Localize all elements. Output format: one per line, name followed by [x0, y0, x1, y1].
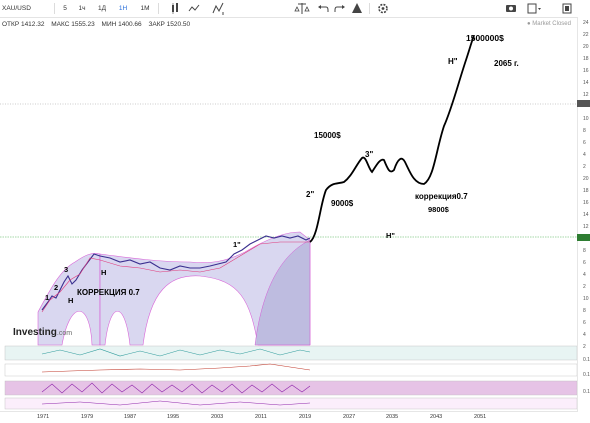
price-badge — [577, 234, 590, 241]
investing-logo: Investing.com — [13, 327, 73, 338]
annotation-9800: 9800$ — [428, 205, 449, 214]
annotation-wave-h2: H — [101, 268, 107, 277]
annotation-top-target: 1500000$ — [466, 33, 504, 43]
oscillator-panel-3 — [4, 380, 577, 396]
annotation-wave-3: 3" — [365, 150, 374, 159]
annotation-15000: 15000$ — [314, 131, 341, 140]
annotation-wave-2: 2" — [306, 190, 315, 199]
annotation-9000: 9000$ — [331, 199, 354, 208]
annotation-year: 2065 г. — [494, 59, 519, 68]
level-badge — [577, 100, 590, 107]
annotation-wave-h-mid: H" — [386, 231, 395, 240]
annotation-wave-1-low: 1 — [45, 293, 50, 302]
annotation-wave-h-top: H" — [448, 57, 458, 66]
time-axis[interactable]: 1971 1979 1987 1995 2003 2011 2019 2027 … — [0, 411, 577, 423]
annotation-wave-2-low: 2 — [54, 283, 59, 292]
annotation-correction: коррекция0.7 — [415, 192, 468, 201]
price-axis[interactable]: 24 22 20 18 16 14 12 10 8 6 4 2 20 18 16… — [577, 17, 590, 412]
annotation-wave-h1: H — [68, 296, 74, 305]
annotation-wave-1: 1" — [233, 240, 241, 249]
chart-canvas[interactable] — [0, 0, 577, 411]
annotation-wave-3-low: 3 — [64, 265, 69, 274]
oscillator-panel-1 — [4, 345, 577, 361]
oscillator-panel-2 — [4, 363, 577, 377]
annotation-correction-upper: КОРРЕКЦИЯ 0.7 — [77, 288, 140, 297]
oscillator-panel-4 — [4, 397, 577, 410]
